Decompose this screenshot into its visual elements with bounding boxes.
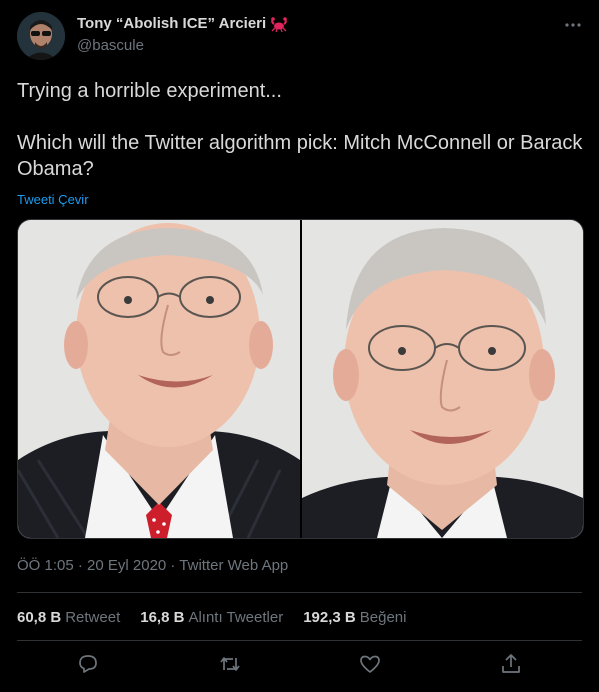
tweet-actions bbox=[0, 652, 599, 682]
quotes-count: 16,8 B bbox=[140, 609, 185, 626]
likes-stat[interactable]: 192,3 B Beğeni bbox=[303, 609, 406, 626]
quotes-stat[interactable]: 16,8 B Alıntı Tweetler bbox=[140, 609, 283, 626]
translate-tweet-link[interactable]: Tweeti Çevir bbox=[17, 192, 89, 207]
photo-left[interactable] bbox=[18, 220, 300, 538]
divider bbox=[17, 592, 582, 593]
share-icon[interactable] bbox=[499, 652, 523, 676]
handle[interactable]: @bascule bbox=[77, 37, 144, 54]
avatar[interactable] bbox=[17, 12, 65, 60]
retweets-stat[interactable]: 60,8 B Retweet bbox=[17, 609, 120, 626]
avatar-image bbox=[17, 12, 65, 60]
likes-label: Beğeni bbox=[359, 609, 407, 626]
tweet-stats: 60,8 B Retweet 16,8 B Alıntı Tweetler 192,… bbox=[17, 609, 426, 626]
quotes-label: Alıntı Tweetler bbox=[188, 609, 284, 626]
crab-icon bbox=[271, 16, 288, 32]
retweets-label: Retweet bbox=[65, 609, 121, 626]
divider bbox=[17, 640, 582, 641]
tweet-media[interactable] bbox=[17, 219, 584, 539]
tweet-text: Trying a horrible experiment... Which wi… bbox=[17, 80, 583, 180]
photo-right[interactable] bbox=[302, 220, 583, 538]
likes-count: 192,3 B bbox=[303, 609, 356, 626]
tweet: Tony “Abolish ICE” Arcieri @bascule Tryi… bbox=[0, 0, 599, 692]
portrait-image bbox=[18, 220, 300, 538]
reply-icon[interactable] bbox=[76, 652, 100, 676]
display-name[interactable]: Tony “Abolish ICE” Arcieri bbox=[77, 15, 266, 32]
tweet-timestamp[interactable]: ÖÖ 1:05 · 20 Eyl 2020 · Twitter Web App bbox=[17, 557, 288, 574]
retweet-icon[interactable] bbox=[218, 652, 242, 676]
portrait-image bbox=[302, 220, 583, 538]
retweets-count: 60,8 B bbox=[17, 609, 62, 626]
more-options-icon[interactable] bbox=[562, 14, 584, 36]
author-name-row[interactable]: Tony “Abolish ICE” Arcieri bbox=[77, 15, 288, 32]
like-icon[interactable] bbox=[358, 652, 382, 676]
